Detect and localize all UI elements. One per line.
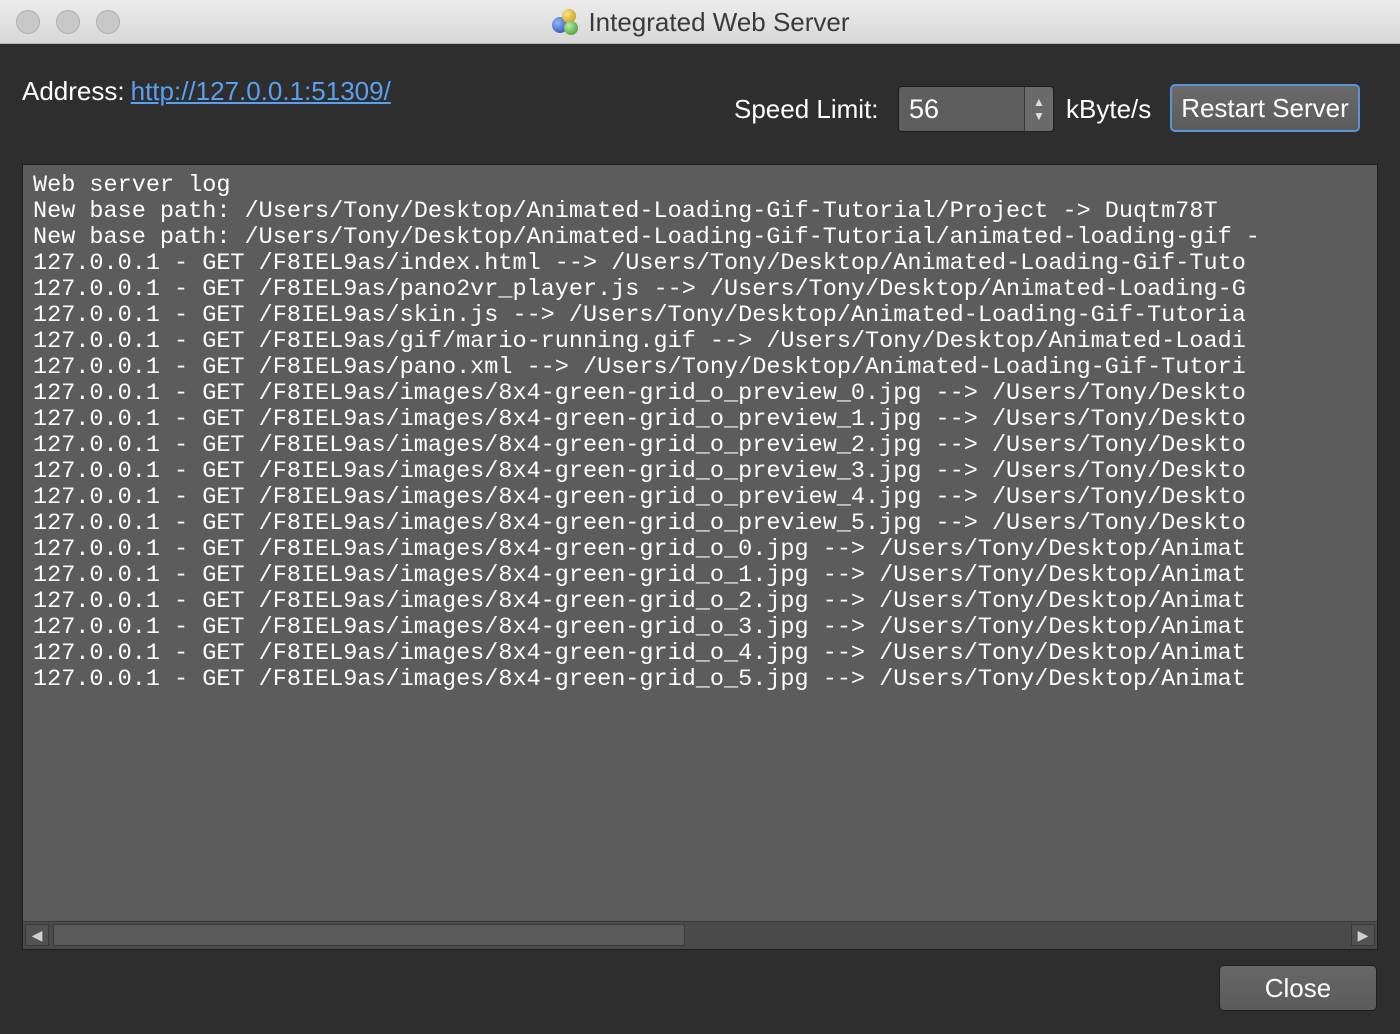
log-line: 127.0.0.1 - GET /F8IEL9as/images/8x4-gre… [33,640,1246,667]
log-line: 127.0.0.1 - GET /F8IEL9as/images/8x4-gre… [33,614,1246,641]
title-bar[interactable]: Integrated Web Server [0,0,1400,44]
address-label: Address: [22,76,125,106]
speed-limit-label: Speed Limit: [734,94,879,124]
horizontal-scrollbar[interactable]: ◀ ▶ [23,921,1377,949]
server-log-panel[interactable]: Web server log New base path: /Users/Tony… [22,164,1378,950]
log-line: 127.0.0.1 - GET /F8IEL9as/images/8x4-gre… [33,562,1246,589]
title-group: Integrated Web Server [0,0,1400,44]
chevron-down-icon[interactable]: ▼ [1033,109,1045,123]
log-line: 127.0.0.1 - GET /F8IEL9as/index.html -->… [33,250,1246,277]
log-line: 127.0.0.1 - GET /F8IEL9as/images/8x4-gre… [33,510,1246,537]
log-line: 127.0.0.1 - GET /F8IEL9as/images/8x4-gre… [33,432,1246,459]
address-link[interactable]: http://127.0.0.1:51309/ [131,76,391,106]
log-line: 127.0.0.1 - GET /F8IEL9as/gif/mario-runn… [33,328,1246,355]
scrollbar-thumb[interactable] [53,924,685,946]
arrow-right-icon[interactable]: ▶ [1351,924,1375,946]
server-log-text: Web server log New base path: /Users/Tony… [33,173,1377,923]
arrow-left-icon[interactable]: ◀ [25,924,49,946]
close-button[interactable]: Close [1219,965,1377,1011]
restart-server-button[interactable]: Restart Server [1170,84,1360,132]
speed-unit-label: kByte/s [1066,94,1152,124]
web-server-window: Integrated Web Server Address: http://127… [0,0,1400,1034]
stepper-arrows[interactable]: ▲ ▼ [1024,87,1053,131]
log-line: New base path: /Users/Tony/Desktop/Anima… [33,224,1260,251]
log-line: 127.0.0.1 - GET /F8IEL9as/images/8x4-gre… [33,666,1246,693]
log-line: 127.0.0.1 - GET /F8IEL9as/images/8x4-gre… [33,536,1246,563]
log-line: 127.0.0.1 - GET /F8IEL9as/skin.js --> /U… [33,302,1246,329]
chevron-up-icon[interactable]: ▲ [1033,95,1045,109]
window-title: Integrated Web Server [588,6,850,37]
log-line: Web server log [33,173,231,199]
app-icon [550,7,580,37]
speed-limit-input[interactable] [899,87,1024,131]
log-line: 127.0.0.1 - GET /F8IEL9as/pano2vr_player… [33,276,1246,303]
log-line: 127.0.0.1 - GET /F8IEL9as/images/8x4-gre… [33,588,1246,615]
log-line: 127.0.0.1 - GET /F8IEL9as/images/8x4-gre… [33,406,1246,433]
log-line: New base path: /Users/Tony/Desktop/Anima… [33,198,1218,225]
log-line: 127.0.0.1 - GET /F8IEL9as/images/8x4-gre… [33,458,1246,485]
log-line: 127.0.0.1 - GET /F8IEL9as/images/8x4-gre… [33,484,1246,511]
log-line: 127.0.0.1 - GET /F8IEL9as/images/8x4-gre… [33,380,1246,407]
speed-limit-stepper[interactable]: ▲ ▼ [898,86,1054,132]
address-row: Address: http://127.0.0.1:51309/ [22,76,391,107]
log-line: 127.0.0.1 - GET /F8IEL9as/pano.xml --> /… [33,354,1246,381]
